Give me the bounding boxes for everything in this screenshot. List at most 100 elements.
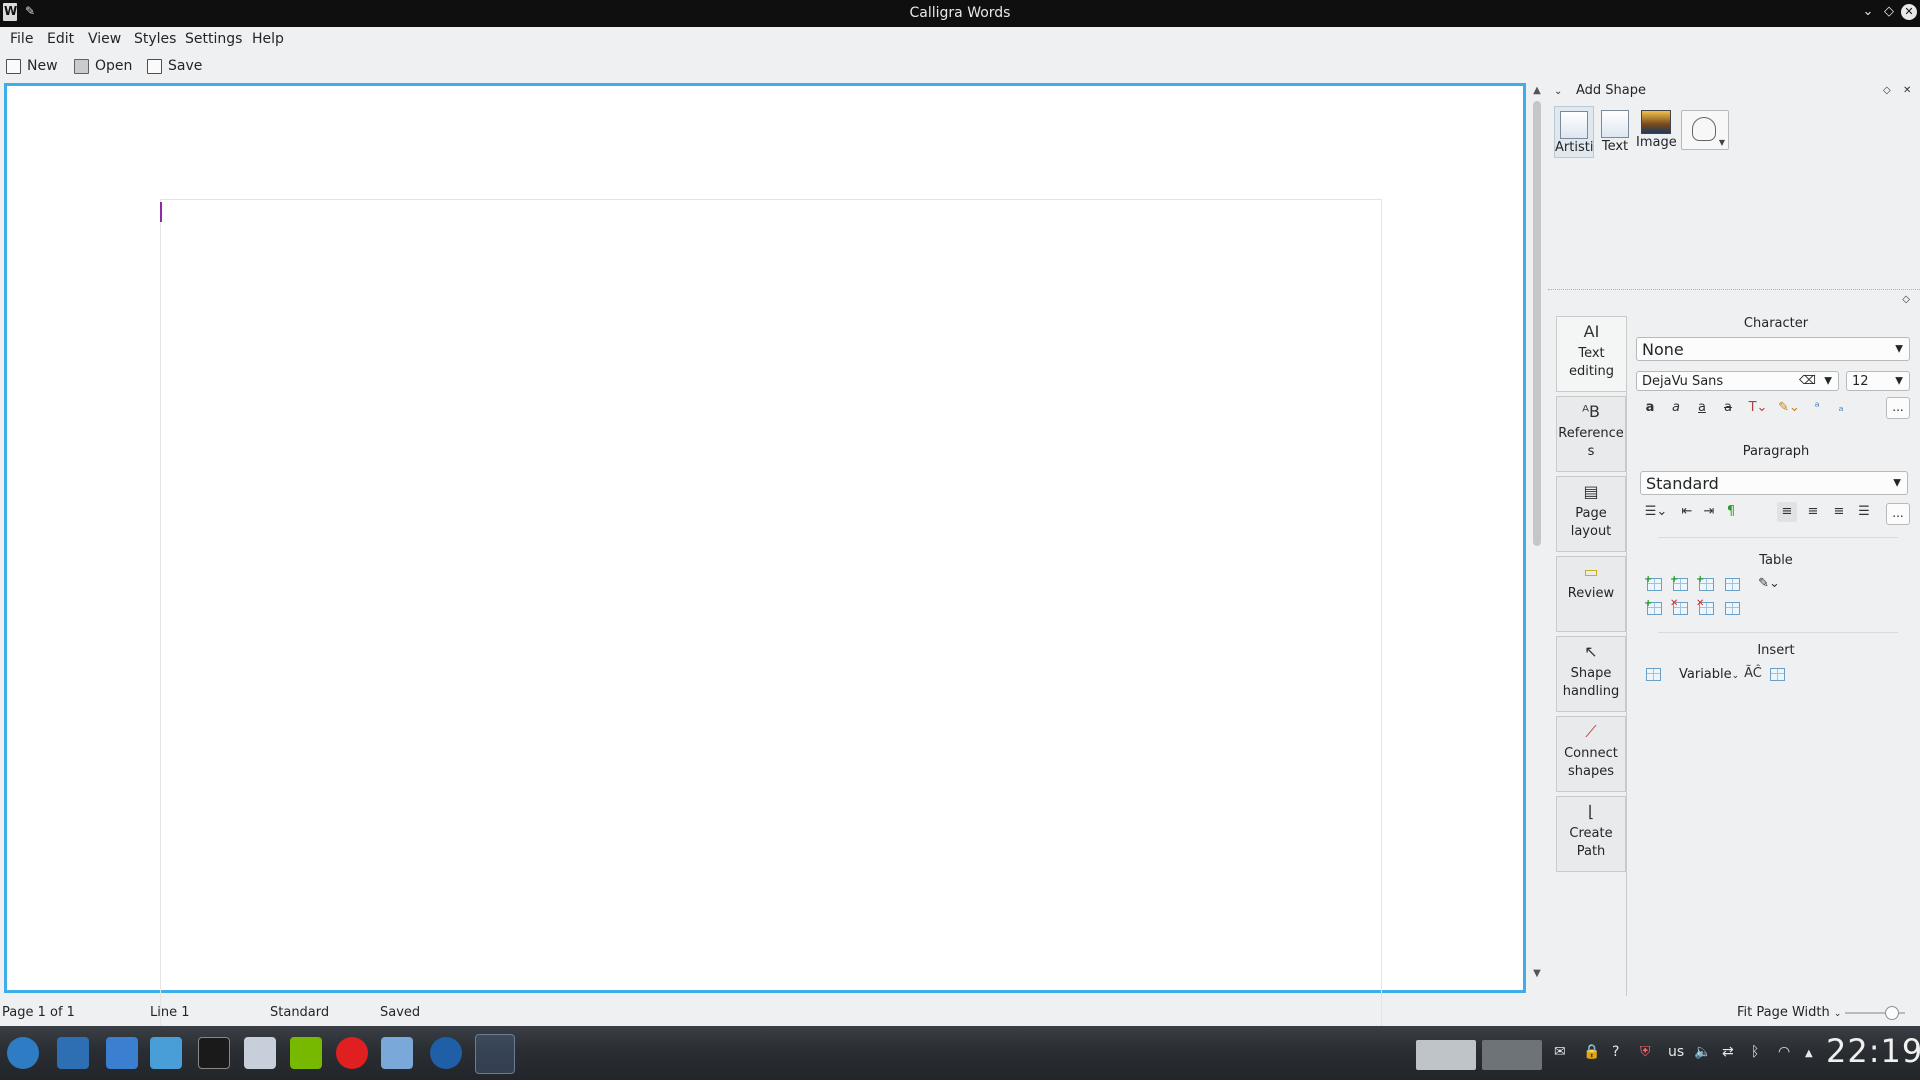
help-icon[interactable]: ? bbox=[1612, 1044, 1619, 1060]
shape-artistic-text[interactable]: Artistic bbox=[1554, 106, 1594, 158]
document-page[interactable] bbox=[160, 199, 1382, 1030]
subscript-icon[interactable]: ₐ bbox=[1831, 398, 1851, 418]
insert-variable-button[interactable]: Variable⌄ bbox=[1679, 667, 1739, 682]
align-left-icon[interactable]: ≡ bbox=[1777, 502, 1797, 522]
new-button[interactable]: New bbox=[6, 55, 58, 77]
file-manager-icon[interactable] bbox=[150, 1037, 182, 1069]
float-docker-icon[interactable]: ◇ bbox=[1883, 85, 1891, 96]
open-button[interactable]: Open bbox=[74, 55, 132, 77]
task-window-preview[interactable] bbox=[1416, 1040, 1476, 1070]
save-button[interactable]: Save bbox=[147, 55, 202, 77]
font-size-combo[interactable]: 12 ▼ bbox=[1846, 371, 1910, 391]
open-label: Open bbox=[95, 58, 133, 74]
insert-column-after-icon[interactable]: + bbox=[1696, 574, 1714, 591]
menu-file[interactable]: File bbox=[10, 31, 33, 47]
special-character-icon[interactable]: ÃĈ bbox=[1743, 664, 1763, 684]
close-docker-icon[interactable]: ✕ bbox=[1903, 85, 1911, 96]
status-page: Page 1 of 1 bbox=[2, 1005, 75, 1020]
tool-connect-shapes[interactable]: ⟋ Connect shapes bbox=[1556, 716, 1626, 792]
character-more-button[interactable]: ... bbox=[1886, 397, 1910, 419]
font-size-value: 12 bbox=[1852, 373, 1869, 389]
scrollbar-thumb[interactable] bbox=[1533, 101, 1541, 546]
bluetooth-icon[interactable]: ᛒ bbox=[1751, 1044, 1759, 1060]
tool-review[interactable]: ▭ Review bbox=[1556, 556, 1626, 632]
nvidia-settings-icon[interactable] bbox=[290, 1037, 322, 1069]
delete-column-icon[interactable]: ✕ bbox=[1696, 598, 1714, 615]
screenshot-tool-icon[interactable] bbox=[244, 1037, 276, 1069]
shape-image[interactable]: Image bbox=[1636, 106, 1676, 158]
insert-table-of-contents-icon[interactable] bbox=[1646, 668, 1661, 681]
zoom-slider-handle[interactable] bbox=[1885, 1006, 1899, 1020]
terminal-icon[interactable] bbox=[198, 1037, 230, 1069]
virtualbox-icon[interactable] bbox=[381, 1037, 413, 1069]
tool-shape-handling[interactable]: ↖ Shape handling bbox=[1556, 636, 1626, 712]
menu-styles[interactable]: Styles bbox=[134, 31, 176, 47]
highlight-color-button[interactable]: ✎⌄ bbox=[1775, 398, 1803, 418]
more-shapes-button[interactable]: ▼ bbox=[1681, 110, 1729, 150]
merge-cells-icon[interactable] bbox=[1725, 578, 1740, 591]
tool-text-editing[interactable]: AI Text editing bbox=[1556, 316, 1626, 392]
paragraph-format-icon[interactable]: ¶ bbox=[1721, 502, 1741, 522]
insert-table-icon[interactable]: + bbox=[1644, 574, 1662, 591]
text-color-button[interactable]: T⌄ bbox=[1744, 398, 1772, 418]
paragraph-style-combo[interactable]: Standard ▼ bbox=[1640, 471, 1908, 495]
network-icon[interactable]: ⇄ bbox=[1722, 1044, 1734, 1060]
scroll-up-arrow-icon[interactable]: ▲ bbox=[1530, 85, 1544, 96]
menu-edit[interactable]: Edit bbox=[47, 31, 74, 47]
collapse-docker-icon[interactable]: ⌄ bbox=[1554, 86, 1562, 97]
superscript-icon[interactable]: ᵃ bbox=[1807, 398, 1827, 418]
calligra-words-task-icon[interactable] bbox=[475, 1034, 515, 1074]
shape-text[interactable]: Text bbox=[1595, 106, 1635, 158]
zoom-mode-combo[interactable]: Fit Page Width ⌄ bbox=[1737, 1005, 1841, 1020]
lock-icon[interactable]: 🔒 bbox=[1583, 1044, 1600, 1060]
table-border-button[interactable]: ✎⌄ bbox=[1753, 574, 1785, 594]
maximize-button[interactable]: ◇ bbox=[1881, 4, 1897, 20]
menu-help[interactable]: Help bbox=[252, 31, 284, 47]
vertical-scrollbar[interactable]: ▲ ▼ bbox=[1528, 83, 1546, 993]
delete-row-icon[interactable]: ✕ bbox=[1670, 598, 1688, 615]
increase-indent-icon[interactable]: ⇥ bbox=[1699, 502, 1719, 522]
vpn-client-icon[interactable] bbox=[430, 1037, 462, 1069]
status-bar: Page 1 of 1 Line 1 Standard Saved Fit Pa… bbox=[0, 1001, 1920, 1023]
wifi-icon[interactable]: ◠ bbox=[1778, 1044, 1790, 1060]
italic-button[interactable]: a bbox=[1666, 398, 1686, 418]
menu-view[interactable]: View bbox=[88, 31, 121, 47]
insert-column-before-icon[interactable]: + bbox=[1670, 574, 1688, 591]
tool-page-layout[interactable]: ▤ Page layout bbox=[1556, 476, 1626, 552]
tool-references[interactable]: ᴬB Reference s bbox=[1556, 396, 1626, 472]
minimize-button[interactable]: ⌄ bbox=[1860, 4, 1876, 20]
insert-section-icon[interactable] bbox=[1770, 668, 1785, 681]
insert-row-icon[interactable]: + bbox=[1644, 598, 1662, 615]
app-launcher-icon[interactable] bbox=[7, 1037, 39, 1069]
desktop-icon[interactable] bbox=[57, 1037, 89, 1069]
underline-button[interactable]: a bbox=[1692, 398, 1712, 418]
close-window-button[interactable]: ✕ bbox=[1901, 4, 1917, 20]
clear-font-icon[interactable]: ⌫ bbox=[1799, 373, 1816, 387]
align-right-icon[interactable]: ≡ bbox=[1829, 502, 1849, 522]
character-style-combo[interactable]: None ▼ bbox=[1636, 337, 1910, 361]
menu-settings[interactable]: Settings bbox=[185, 31, 242, 47]
keyboard-layout[interactable]: us bbox=[1668, 1044, 1684, 1060]
clock[interactable]: 22:19 bbox=[1826, 1032, 1920, 1070]
paragraph-more-button[interactable]: ... bbox=[1886, 503, 1910, 525]
tray-expand-icon[interactable]: ▲ bbox=[1805, 1048, 1813, 1059]
task-window-preview[interactable] bbox=[1482, 1040, 1542, 1070]
scroll-down-arrow-icon[interactable]: ▼ bbox=[1530, 968, 1544, 979]
decrease-indent-icon[interactable]: ⇤ bbox=[1677, 502, 1697, 522]
font-family-combo[interactable]: DejaVu Sans ⌫ ▼ bbox=[1636, 371, 1839, 391]
yandex-browser-icon[interactable] bbox=[336, 1037, 368, 1069]
system-settings-icon[interactable] bbox=[106, 1037, 138, 1069]
document-canvas[interactable] bbox=[4, 83, 1526, 1030]
split-cells-icon[interactable] bbox=[1725, 602, 1740, 615]
bold-button[interactable]: a bbox=[1640, 398, 1660, 418]
float-docker-icon[interactable]: ◇ bbox=[1902, 294, 1910, 305]
window-titlebar: W ✎ Calligra Words ⌄ ◇ ✕ bbox=[0, 0, 1920, 27]
mail-icon[interactable]: ✉ bbox=[1554, 1044, 1566, 1060]
align-justify-icon[interactable]: ☰ bbox=[1854, 502, 1874, 522]
shield-icon[interactable]: ⛨ bbox=[1640, 1044, 1651, 1060]
align-center-icon[interactable]: ≡ bbox=[1803, 502, 1823, 522]
strikethrough-button[interactable]: a bbox=[1718, 398, 1738, 418]
list-style-button[interactable]: ☰⌄ bbox=[1640, 502, 1672, 522]
tool-create-path[interactable]: ⌊ Create Path bbox=[1556, 796, 1626, 872]
volume-icon[interactable]: 🔈 bbox=[1694, 1044, 1711, 1060]
